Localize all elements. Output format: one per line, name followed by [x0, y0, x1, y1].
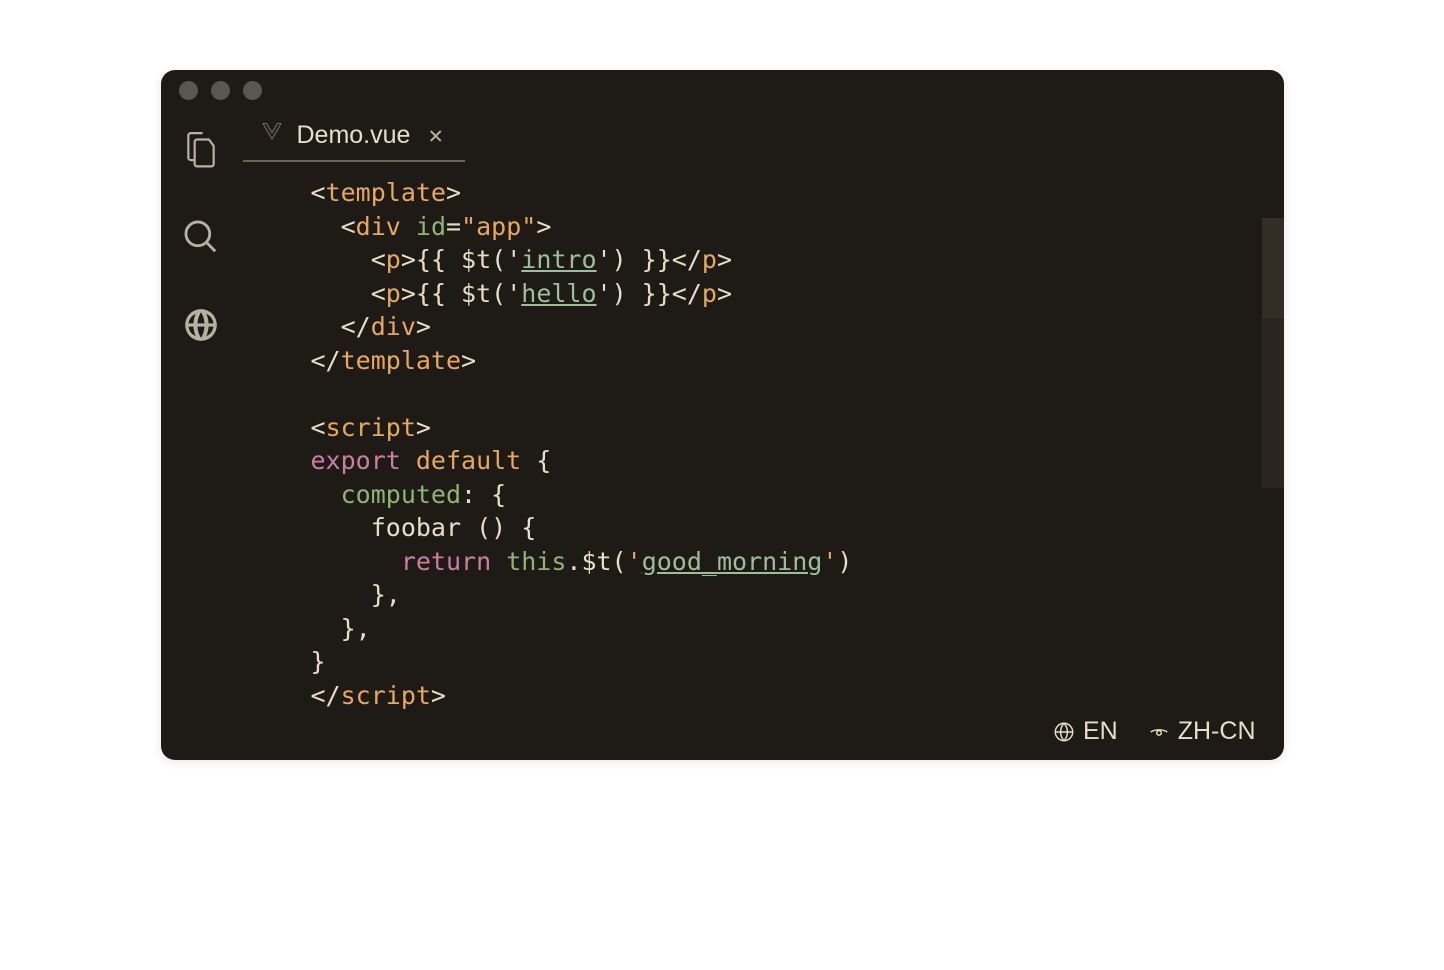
- scrollbar[interactable]: [1262, 218, 1284, 488]
- window-body: Demo.vue ✕ <template> <div id="app"> <p>…: [161, 110, 1284, 760]
- code-editor[interactable]: <template> <div id="app"> <p>{{ $t('intr…: [241, 162, 1284, 760]
- activity-bar: [161, 110, 241, 760]
- lang-en-label: EN: [1083, 717, 1118, 746]
- editor-window: Demo.vue ✕ <template> <div id="app"> <p>…: [161, 70, 1284, 760]
- code-line: },: [311, 612, 1284, 646]
- code-line: }: [311, 645, 1284, 679]
- tab-filename: Demo.vue: [297, 121, 411, 150]
- code-line: </template>: [311, 344, 1284, 378]
- scrollbar-thumb[interactable]: [1262, 218, 1284, 318]
- globe-icon: [1053, 721, 1075, 743]
- code-line: },: [311, 578, 1284, 612]
- code-line: <p>{{ $t('hello') }}</p>: [311, 277, 1284, 311]
- tab-bar: Demo.vue ✕: [241, 110, 1284, 162]
- code-line: </div>: [311, 310, 1284, 344]
- code-line: return this.$t('good_morning'): [311, 545, 1284, 579]
- minimize-window-button[interactable]: [211, 81, 230, 100]
- code-line: export default {: [311, 444, 1284, 478]
- titlebar: [161, 70, 1284, 110]
- lang-zh-button[interactable]: ZH-CN: [1148, 717, 1256, 746]
- code-line: foobar () {: [311, 511, 1284, 545]
- code-line: <script>: [311, 411, 1284, 445]
- code-line: <p>{{ $t('intro') }}</p>: [311, 243, 1284, 277]
- lang-zh-label: ZH-CN: [1178, 717, 1256, 746]
- code-line: </script>: [311, 679, 1284, 713]
- maximize-window-button[interactable]: [243, 81, 262, 100]
- tab-demo-vue[interactable]: Demo.vue ✕: [243, 110, 465, 162]
- lang-en-button[interactable]: EN: [1053, 717, 1118, 746]
- globe-icon[interactable]: [182, 306, 220, 344]
- code-line: <div id="app">: [311, 210, 1284, 244]
- search-icon[interactable]: [182, 218, 220, 256]
- code-line: computed: {: [311, 478, 1284, 512]
- code-line: [311, 377, 1284, 411]
- explorer-icon[interactable]: [182, 130, 220, 168]
- close-window-button[interactable]: [179, 81, 198, 100]
- vue-file-icon: [261, 123, 283, 147]
- editor-main: Demo.vue ✕ <template> <div id="app"> <p>…: [241, 110, 1284, 760]
- code-line: <template>: [311, 176, 1284, 210]
- eye-icon: [1148, 721, 1170, 743]
- close-tab-icon[interactable]: ✕: [424, 121, 446, 149]
- status-bar: EN ZH-CN: [1053, 717, 1256, 746]
